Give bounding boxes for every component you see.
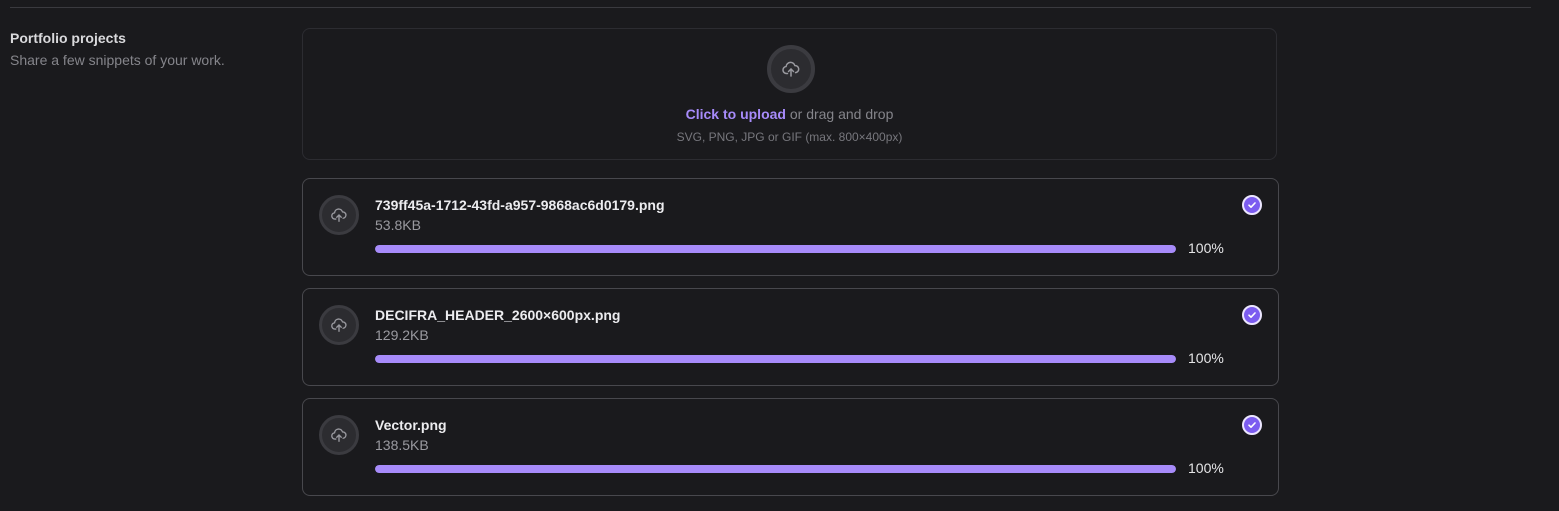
- upload-dropzone[interactable]: Click to upload or drag and drop SVG, PN…: [302, 28, 1277, 160]
- file-size: 138.5KB: [375, 437, 429, 453]
- progress-bar: [375, 355, 1176, 363]
- progress-fill: [375, 245, 1176, 253]
- file-size: 53.8KB: [375, 217, 421, 233]
- section-title: Portfolio projects: [10, 30, 126, 46]
- check-circle-icon[interactable]: [1242, 415, 1262, 435]
- cloud-upload-icon: [319, 305, 359, 345]
- progress-percent: 100%: [1188, 460, 1224, 476]
- check-circle-icon[interactable]: [1242, 195, 1262, 215]
- file-name: Vector.png: [375, 417, 447, 433]
- progress-percent: 100%: [1188, 240, 1224, 256]
- progress-bar: [375, 245, 1176, 253]
- file-upload-item: 739ff45a-1712-43fd-a957-9868ac6d0179.png…: [302, 178, 1279, 276]
- section-divider: [10, 7, 1531, 8]
- file-name: 739ff45a-1712-43fd-a957-9868ac6d0179.png: [375, 197, 665, 213]
- file-upload-item: Vector.png 138.5KB 100%: [302, 398, 1279, 496]
- section-label: Portfolio projects Share a few snippets …: [10, 30, 225, 69]
- progress-percent: 100%: [1188, 350, 1224, 366]
- cloud-upload-icon: [319, 195, 359, 235]
- drag-drop-text: or drag and drop: [785, 106, 894, 122]
- dropzone-hint: SVG, PNG, JPG or GIF (max. 800×400px): [676, 130, 903, 144]
- click-to-upload-link[interactable]: Click to upload: [686, 106, 786, 122]
- dropzone-instructions: Click to upload or drag and drop: [303, 106, 1276, 123]
- progress-bar: [375, 465, 1176, 473]
- progress-fill: [375, 465, 1176, 473]
- check-circle-icon[interactable]: [1242, 305, 1262, 325]
- section-description: Share a few snippets of your work.: [10, 52, 225, 68]
- file-upload-item: DECIFRA_HEADER_2600×600px.png 129.2KB 10…: [302, 288, 1279, 386]
- file-size: 129.2KB: [375, 327, 429, 343]
- cloud-upload-icon: [319, 415, 359, 455]
- progress-fill: [375, 355, 1176, 363]
- file-name: DECIFRA_HEADER_2600×600px.png: [375, 307, 621, 323]
- cloud-upload-icon: [767, 45, 815, 93]
